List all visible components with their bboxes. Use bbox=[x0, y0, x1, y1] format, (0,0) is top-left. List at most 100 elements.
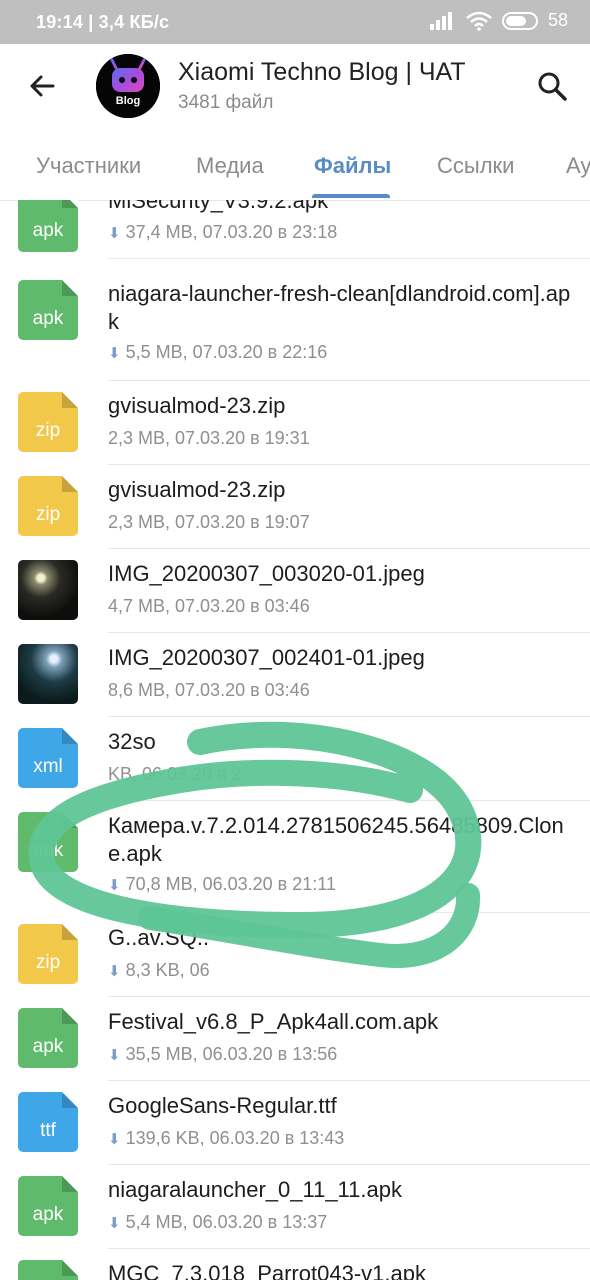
file-meta-text: 8,6 MB, 07.03.20 в 03:46 bbox=[108, 680, 310, 700]
signal-icon bbox=[429, 11, 452, 30]
file-extension-label: apk bbox=[32, 220, 64, 241]
file-extension-label: apk bbox=[32, 1036, 64, 1057]
apk-file-icon[interactable]: apk bbox=[18, 1176, 78, 1236]
file-meta: ⬇ 70,8 MB, 06.03.20 в 21:11 bbox=[108, 874, 336, 895]
apk-file-icon[interactable]: apk bbox=[18, 280, 78, 340]
back-arrow-icon[interactable] bbox=[26, 70, 58, 102]
corner-fold bbox=[62, 812, 78, 828]
image-thumbnail[interactable] bbox=[18, 644, 78, 704]
file-meta-text: 8,3 KB, 06 bbox=[125, 960, 210, 980]
file-extension-label: apk bbox=[32, 1204, 64, 1225]
avatar-label: Blog bbox=[115, 95, 141, 107]
file-row[interactable]: IMG_20200307_002401-01.jpeg 8,6 MB, 07.03… bbox=[0, 644, 590, 717]
divider bbox=[108, 632, 590, 633]
file-extension-label: zip bbox=[35, 420, 61, 441]
file-name: IMG_20200307_003020-01.jpeg bbox=[108, 561, 425, 586]
file-row[interactable]: xml 32so KB, 06.03.20 в 2 bbox=[0, 728, 590, 801]
file-name: G..av.SQ.. bbox=[108, 925, 210, 950]
divider bbox=[108, 996, 590, 997]
wifi-icon bbox=[466, 11, 492, 31]
file-row[interactable]: IMG_20200307_003020-01.jpeg 4,7 MB, 07.03… bbox=[0, 560, 590, 633]
corner-fold bbox=[62, 392, 78, 408]
status-time: 19:14 | 3,4 КБ/с bbox=[36, 12, 170, 32]
tab-media[interactable]: Медиа bbox=[196, 153, 264, 179]
corner-fold bbox=[62, 728, 78, 744]
file-name: GoogleSans-Regular.ttf bbox=[108, 1093, 337, 1118]
file-meta: 4,7 MB, 07.03.20 в 03:46 bbox=[108, 596, 310, 617]
file-row[interactable]: apk Festival_v6.8_P_Apk4all.com.apk ⬇ 35,5 … bbox=[0, 1008, 590, 1081]
file-row[interactable]: zip gvisualmod-23.zip 2,3 MB, 07.03.20 в 1… bbox=[0, 476, 590, 549]
file-meta-text: 4,7 MB, 07.03.20 в 03:46 bbox=[108, 596, 310, 616]
file-meta: ⬇ 37,4 MB, 07.03.20 в 23:18 bbox=[108, 222, 337, 243]
blog-logo-icon bbox=[96, 54, 160, 118]
file-row[interactable]: ttf GoogleSans-Regular.ttf ⬇ 139,6 KB, 06.0… bbox=[0, 1092, 590, 1165]
divider bbox=[108, 464, 590, 465]
file-meta-text: 139,6 KB, 06.03.20 в 13:43 bbox=[125, 1128, 345, 1148]
corner-fold bbox=[62, 280, 78, 296]
image-thumbnail[interactable] bbox=[18, 560, 78, 620]
file-name: Камера.v.7.2.014.2781506245.56485809.Clo… bbox=[108, 813, 564, 866]
xml-file-icon[interactable]: xml bbox=[18, 728, 78, 788]
file-name: gvisualmod-23.zip bbox=[108, 477, 286, 502]
apk-file-icon[interactable]: apk bbox=[18, 200, 78, 252]
file-meta-text: 5,4 MB, 06.03.20 в 13:37 bbox=[125, 1212, 328, 1232]
file-extension-label: xml bbox=[33, 756, 63, 777]
file-meta: 2,3 MB, 07.03.20 в 19:31 bbox=[108, 428, 310, 449]
corner-fold bbox=[62, 200, 78, 208]
tab-audio[interactable]: Ау bbox=[566, 153, 590, 179]
file-row[interactable]: zip gvisualmod-23.zip 2,3 MB, 07.03.20 в 1… bbox=[0, 392, 590, 465]
corner-fold bbox=[62, 1260, 78, 1276]
file-name: Festival_v6.8_P_Apk4all.com.apk bbox=[108, 1009, 439, 1034]
file-row[interactable]: apk MGC_7.3.018_Parrot043-v1.apk bbox=[0, 1260, 590, 1280]
tab-links[interactable]: Ссылки bbox=[437, 153, 514, 179]
file-name: 32so bbox=[108, 729, 156, 754]
divider bbox=[108, 912, 590, 913]
battery-level: 58 bbox=[547, 10, 568, 30]
apk-file-icon[interactable]: apk bbox=[18, 812, 78, 872]
file-meta: ⬇ 35,5 MB, 06.03.20 в 13:56 bbox=[108, 1044, 337, 1065]
file-extension-label: zip bbox=[35, 952, 61, 973]
status-icons: 58 bbox=[429, 10, 568, 31]
divider bbox=[108, 258, 590, 259]
file-row[interactable]: apk Камера.v.7.2.014.2781506245.56485809.… bbox=[0, 812, 590, 913]
file-meta: KB, 06.03.20 в 2 bbox=[108, 764, 242, 785]
corner-fold bbox=[62, 1176, 78, 1192]
zip-file-icon[interactable]: zip bbox=[18, 924, 78, 984]
file-name: gvisualmod-23.zip bbox=[108, 393, 286, 418]
ttf-file-icon[interactable]: ttf bbox=[18, 1092, 78, 1152]
download-arrow-icon: ⬇ bbox=[108, 1215, 121, 1232]
file-row[interactable]: apk MiSecurity_V3.9.2.apk ⬇ 37,4 MB, 07.03.… bbox=[0, 200, 590, 259]
download-arrow-icon: ⬇ bbox=[108, 1131, 121, 1148]
file-meta-text: 70,8 MB, 06.03.20 в 21:11 bbox=[125, 874, 336, 894]
divider bbox=[108, 548, 590, 549]
apk-file-icon[interactable]: apk bbox=[18, 1008, 78, 1068]
zip-file-icon[interactable]: zip bbox=[18, 392, 78, 452]
apk-file-icon[interactable]: apk bbox=[18, 1260, 78, 1280]
file-count: 3481 файл bbox=[178, 92, 274, 113]
toggle-icon bbox=[501, 11, 538, 30]
file-meta: ⬇ 8,3 KB, 06 bbox=[108, 960, 210, 981]
file-meta-text: 2,3 MB, 07.03.20 в 19:31 bbox=[108, 428, 310, 448]
download-arrow-icon: ⬇ bbox=[108, 877, 121, 894]
file-row[interactable]: apk niagaralauncher_0_11_11.apk ⬇ 5,4 MB, 0… bbox=[0, 1176, 590, 1249]
file-name: MiSecurity_V3.9.2.apk bbox=[108, 200, 329, 213]
avatar[interactable]: Blog bbox=[96, 54, 160, 118]
download-arrow-icon: ⬇ bbox=[108, 1047, 121, 1064]
tab-files[interactable]: Файлы bbox=[314, 153, 391, 179]
file-row[interactable]: zip G..av.SQ.. ⬇ 8,3 KB, 06 bbox=[0, 924, 590, 997]
search-icon[interactable] bbox=[536, 70, 568, 102]
file-extension-label: apk bbox=[32, 840, 64, 861]
download-arrow-icon: ⬇ bbox=[108, 963, 121, 980]
file-name: niagara-launcher-fresh-clean[dlandroid.c… bbox=[108, 281, 571, 334]
corner-fold bbox=[62, 924, 78, 940]
divider bbox=[108, 716, 590, 717]
file-meta: 8,6 MB, 07.03.20 в 03:46 bbox=[108, 680, 310, 701]
chat-header: Blog Xiaomi Techno Blog | ЧАТ 3481 файл bbox=[0, 44, 590, 140]
file-row[interactable]: apk niagara-launcher-fresh-clean[dlandroi… bbox=[0, 280, 590, 381]
divider bbox=[108, 380, 590, 381]
corner-fold bbox=[62, 476, 78, 492]
zip-file-icon[interactable]: zip bbox=[18, 476, 78, 536]
tab-members[interactable]: Участники bbox=[36, 153, 141, 179]
file-meta-text: 2,3 MB, 07.03.20 в 19:07 bbox=[108, 512, 310, 532]
corner-fold bbox=[62, 1092, 78, 1108]
